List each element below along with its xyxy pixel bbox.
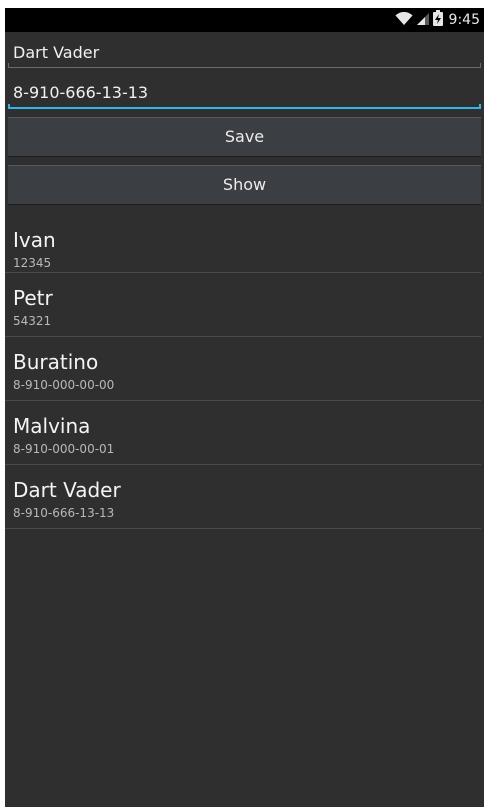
name-field-underline-tick-left: [8, 63, 9, 68]
contact-phone: 8-910-000-00-00: [13, 378, 115, 392]
list-item[interactable]: Ivan 12345: [5, 208, 481, 273]
list-item[interactable]: Petr 54321: [5, 273, 481, 337]
list-item[interactable]: Buratino 8-910-000-00-00: [5, 337, 481, 401]
contact-phone: 8-910-000-00-01: [13, 442, 115, 456]
status-icons: 9:45: [395, 10, 480, 30]
contact-name: Petr: [13, 286, 53, 310]
list-item[interactable]: Dart Vader 8-910-666-13-13: [5, 465, 481, 529]
signal-icon: [416, 11, 430, 30]
status-bar: 9:45: [5, 8, 484, 32]
save-button[interactable]: Save: [8, 117, 481, 157]
list-item[interactable]: Malvina 8-910-000-00-01: [5, 401, 481, 465]
phone-field-underline-tick-left: [8, 104, 10, 109]
phone-field-underline-tick-right: [479, 104, 481, 109]
show-button[interactable]: Show: [8, 165, 481, 205]
contact-phone: 54321: [13, 314, 52, 328]
name-field[interactable]: Dart Vader: [8, 42, 481, 68]
contact-phone: 12345: [13, 256, 52, 270]
contact-name: Malvina: [13, 414, 91, 438]
device-frame: 9:45 Dart Vader 8-910-666-13-13 Save Sho…: [0, 0, 484, 810]
contact-phone: 8-910-666-13-13: [13, 506, 115, 520]
name-field-underline-tick-right: [480, 63, 481, 68]
contact-name: Dart Vader: [13, 478, 121, 502]
battery-charging-icon: [432, 10, 443, 30]
phone-field[interactable]: 8-910-666-13-13: [8, 81, 481, 109]
contact-name: Ivan: [13, 228, 56, 252]
app-screen: 9:45 Dart Vader 8-910-666-13-13 Save Sho…: [5, 8, 484, 807]
status-time: 9:45: [448, 12, 480, 28]
wifi-icon: [395, 11, 413, 30]
contact-list: Ivan 12345 Petr 54321 Buratino 8-910-000…: [5, 208, 484, 529]
contact-name: Buratino: [13, 350, 99, 374]
phone-field-value: 8-910-666-13-13: [13, 83, 149, 102]
name-field-value: Dart Vader: [13, 43, 100, 62]
